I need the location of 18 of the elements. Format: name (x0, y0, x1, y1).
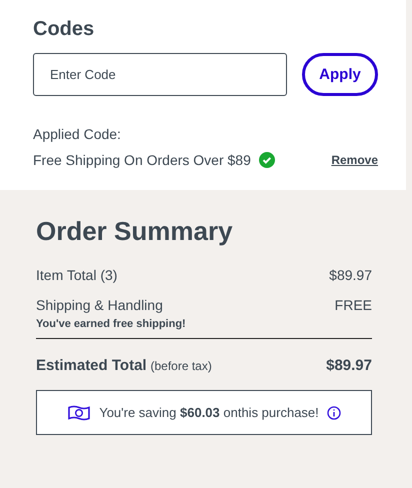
free-shipping-note: You've earned free shipping! (36, 318, 187, 330)
applied-code-text: Free Shipping On Orders Over $89 (33, 152, 251, 168)
applied-code-label: Applied Code: (33, 126, 122, 142)
summary-value: $89.97 (329, 267, 372, 283)
tax-note: (before tax) (150, 359, 212, 373)
savings-text: You're saving $60.03 onthis purchase! (99, 405, 319, 420)
total-value: $89.97 (326, 357, 372, 374)
summary-label: Item Total (3) (36, 267, 118, 283)
code-input-field[interactable]: Enter Code (33, 53, 287, 96)
info-icon[interactable] (326, 406, 341, 420)
section-title: Codes (33, 18, 96, 41)
summary-value: FREE (334, 297, 372, 313)
money-icon (67, 404, 92, 420)
apply-button[interactable]: Apply (302, 53, 378, 96)
remove-link[interactable]: Remove (331, 153, 378, 167)
summary-label: Shipping & Handling (36, 297, 163, 313)
total-label: Estimated Total (36, 357, 147, 374)
summary-title: Order Summary (36, 216, 234, 247)
